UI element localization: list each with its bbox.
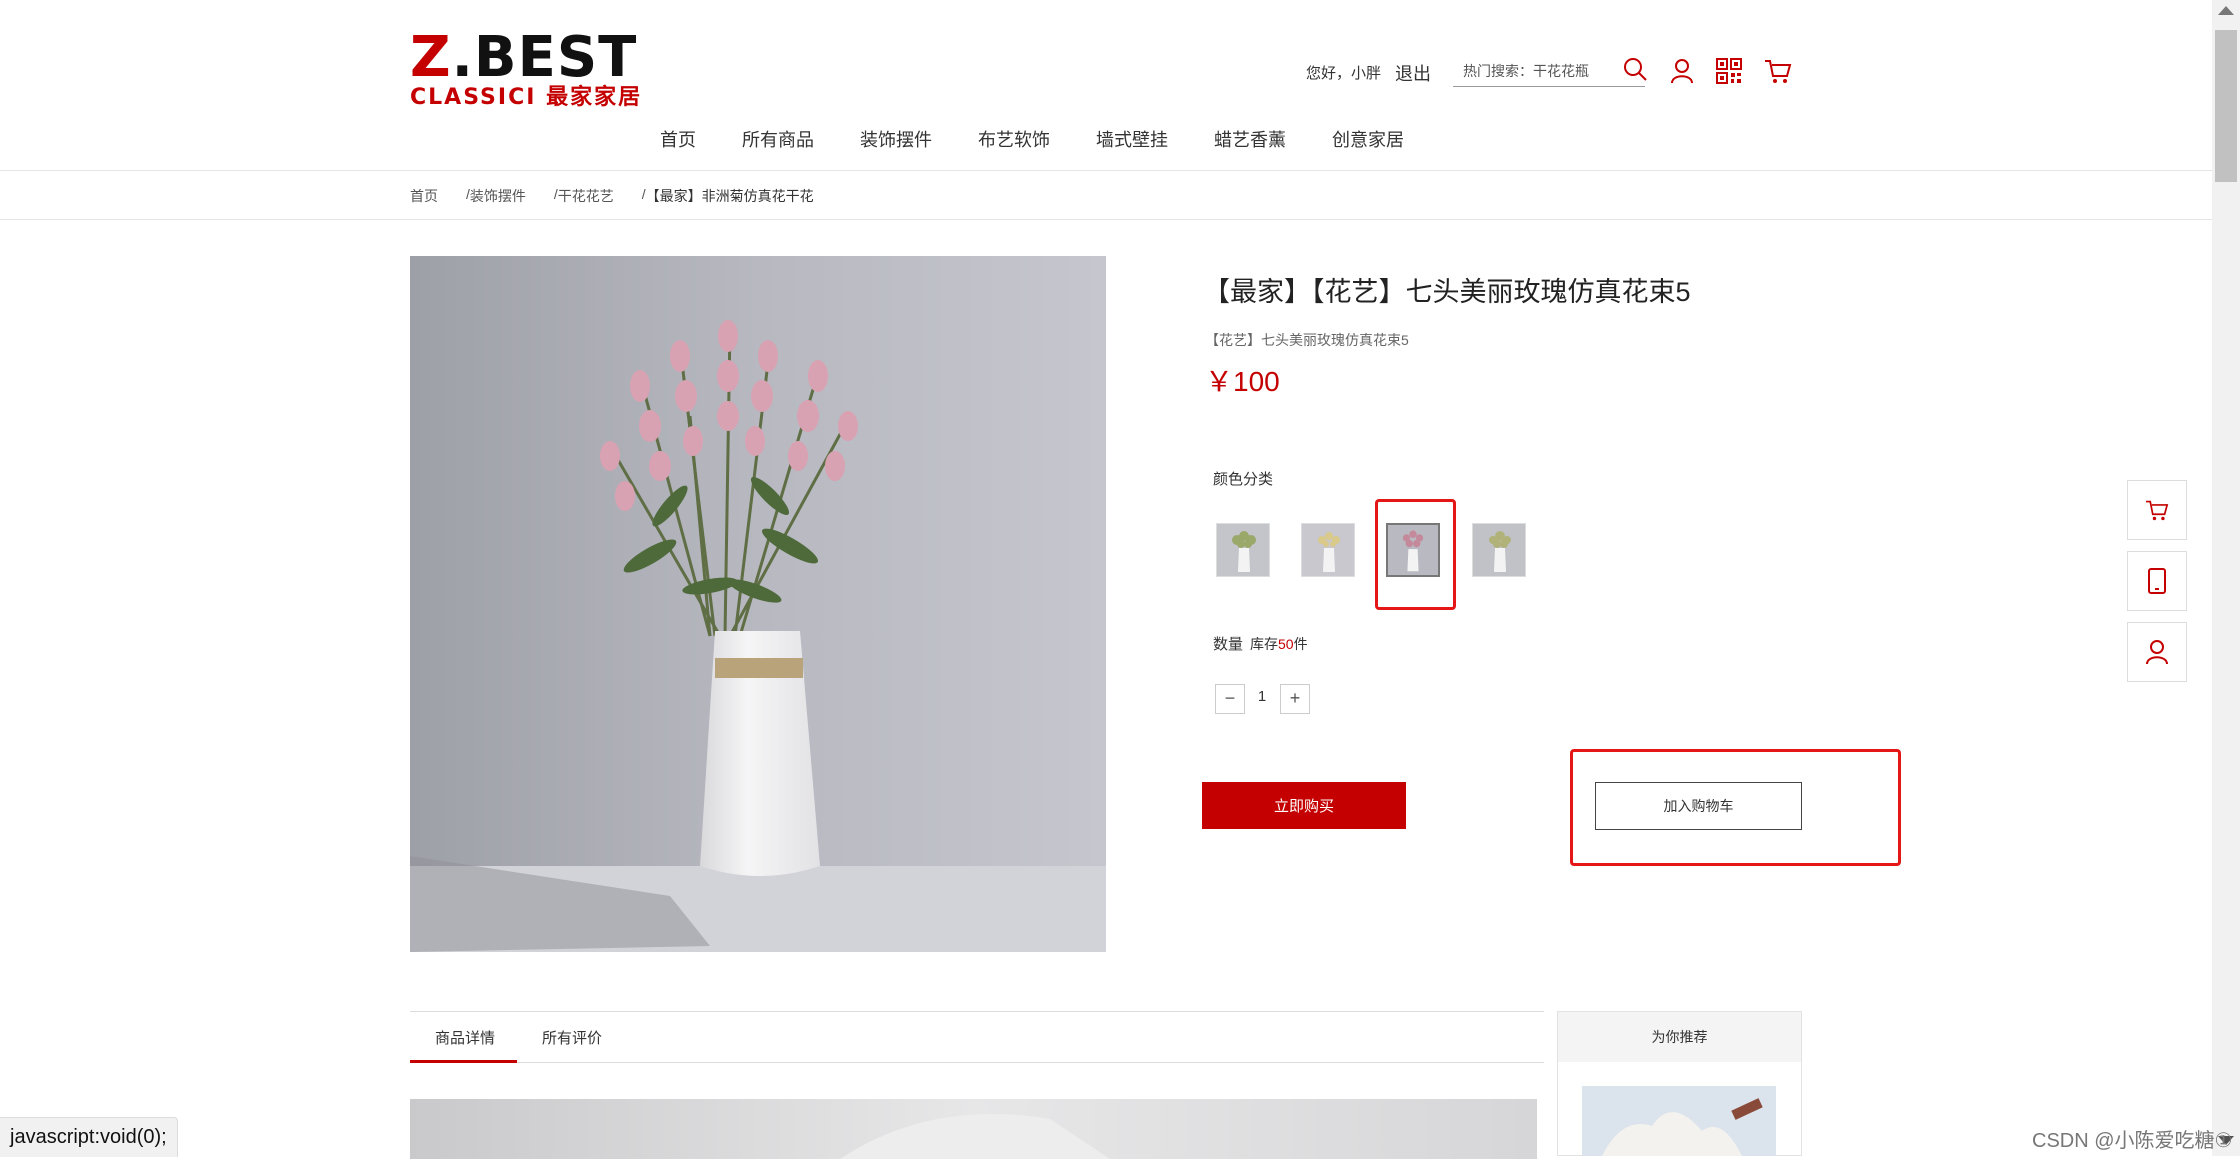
tab-active-indicator bbox=[410, 1060, 517, 1063]
watermark: CSDN @小陈爱吃糖① bbox=[2032, 1130, 2233, 1152]
nav-item-home[interactable]: 首页 bbox=[660, 128, 696, 152]
logo-sub: CLASSICI 最家家居 bbox=[410, 85, 643, 110]
breadcrumb-home[interactable]: 首页 bbox=[410, 186, 438, 206]
tabs-top-divider bbox=[410, 1011, 1544, 1012]
recommend-item-image[interactable] bbox=[1582, 1086, 1776, 1156]
quantity-increase-button[interactable]: + bbox=[1280, 684, 1310, 714]
header-divider bbox=[0, 170, 2212, 171]
quantity-value[interactable]: 1 bbox=[1252, 688, 1272, 705]
color-swatch-2[interactable] bbox=[1301, 523, 1355, 577]
cart-icon bbox=[2146, 500, 2169, 521]
nav-item-decor[interactable]: 装饰摆件 bbox=[860, 128, 932, 152]
logo-z: Z bbox=[410, 25, 452, 90]
color-swatch-4[interactable] bbox=[1472, 523, 1526, 577]
breadcrumb-divider bbox=[0, 219, 2212, 220]
tab-details[interactable]: 商品详情 bbox=[435, 1027, 495, 1048]
product-price: ￥100 bbox=[1205, 366, 1280, 397]
user-icon bbox=[2146, 640, 2168, 665]
color-label: 颜色分类 bbox=[1213, 471, 1274, 488]
status-bar-url: javascript:void(0); bbox=[0, 1117, 178, 1157]
product-subtitle: 【花艺】七头美丽玫瑰仿真花束5 bbox=[1205, 332, 1409, 348]
quantity-decrease-button[interactable]: − bbox=[1215, 684, 1245, 714]
buy-now-button[interactable]: 立即购买 bbox=[1202, 782, 1406, 829]
nav-item-candle[interactable]: 蜡艺香薰 bbox=[1214, 128, 1286, 152]
breadcrumb-current: 【最家】非洲菊仿真花干花 bbox=[645, 188, 814, 204]
scroll-up-arrow[interactable] bbox=[2218, 6, 2234, 15]
cart-icon[interactable] bbox=[1764, 58, 1792, 84]
breadcrumb-dried-flowers[interactable]: 干花花艺 bbox=[558, 186, 614, 206]
side-phone-button[interactable] bbox=[2127, 551, 2187, 611]
phone-icon bbox=[2148, 568, 2166, 594]
color-swatch-1[interactable] bbox=[1216, 523, 1270, 577]
breadcrumb-decor[interactable]: 装饰摆件 bbox=[470, 186, 526, 206]
highlight-box-cart bbox=[1570, 749, 1901, 866]
logo-main[interactable]: Z.BEST bbox=[410, 30, 637, 86]
stock-info: 库存50件 bbox=[1250, 634, 1308, 654]
nav-item-creative[interactable]: 创意家居 bbox=[1332, 128, 1404, 152]
logout-link[interactable]: 退出 bbox=[1395, 60, 1431, 86]
stock-prefix: 库存 bbox=[1250, 636, 1278, 652]
logo-best: .BEST bbox=[451, 25, 638, 90]
product-detail-image bbox=[410, 1099, 1537, 1159]
stock-number: 50 bbox=[1278, 636, 1294, 652]
greeting-text: 您好，小胖 bbox=[1306, 65, 1382, 82]
tabs-bottom-divider bbox=[410, 1062, 1544, 1063]
highlight-box-swatch bbox=[1375, 499, 1456, 610]
nav-item-wall[interactable]: 墙式壁挂 bbox=[1096, 128, 1168, 152]
nav-item-fabric[interactable]: 布艺软饰 bbox=[978, 128, 1050, 152]
product-title: 【最家】【花艺】七头美丽玫瑰仿真花束5 bbox=[1203, 277, 1691, 307]
search-input[interactable] bbox=[1461, 58, 1615, 84]
nav-item-all-products[interactable]: 所有商品 bbox=[742, 128, 814, 152]
search-icon[interactable] bbox=[1622, 56, 1648, 82]
scrollbar-thumb[interactable] bbox=[2215, 30, 2237, 182]
recommend-title: 为你推荐 bbox=[1558, 1012, 1801, 1062]
stock-suffix: 件 bbox=[1293, 636, 1308, 652]
side-user-button[interactable] bbox=[2127, 622, 2187, 682]
main-nav: 首页 所有商品 装饰摆件 布艺软饰 墙式壁挂 蜡艺香薰 创意家居 bbox=[660, 128, 1450, 152]
breadcrumb: 首页 / 装饰摆件 / 干花花艺 / 【最家】非洲菊仿真花干花 bbox=[410, 186, 814, 206]
side-cart-button[interactable] bbox=[2127, 480, 2187, 540]
qrcode-icon[interactable] bbox=[1716, 58, 1742, 84]
tab-reviews[interactable]: 所有评价 bbox=[542, 1027, 602, 1048]
quantity-label: 数量 bbox=[1213, 636, 1244, 653]
product-main-image bbox=[410, 256, 1106, 952]
search-box bbox=[1453, 56, 1645, 87]
user-icon[interactable] bbox=[1670, 58, 1694, 84]
